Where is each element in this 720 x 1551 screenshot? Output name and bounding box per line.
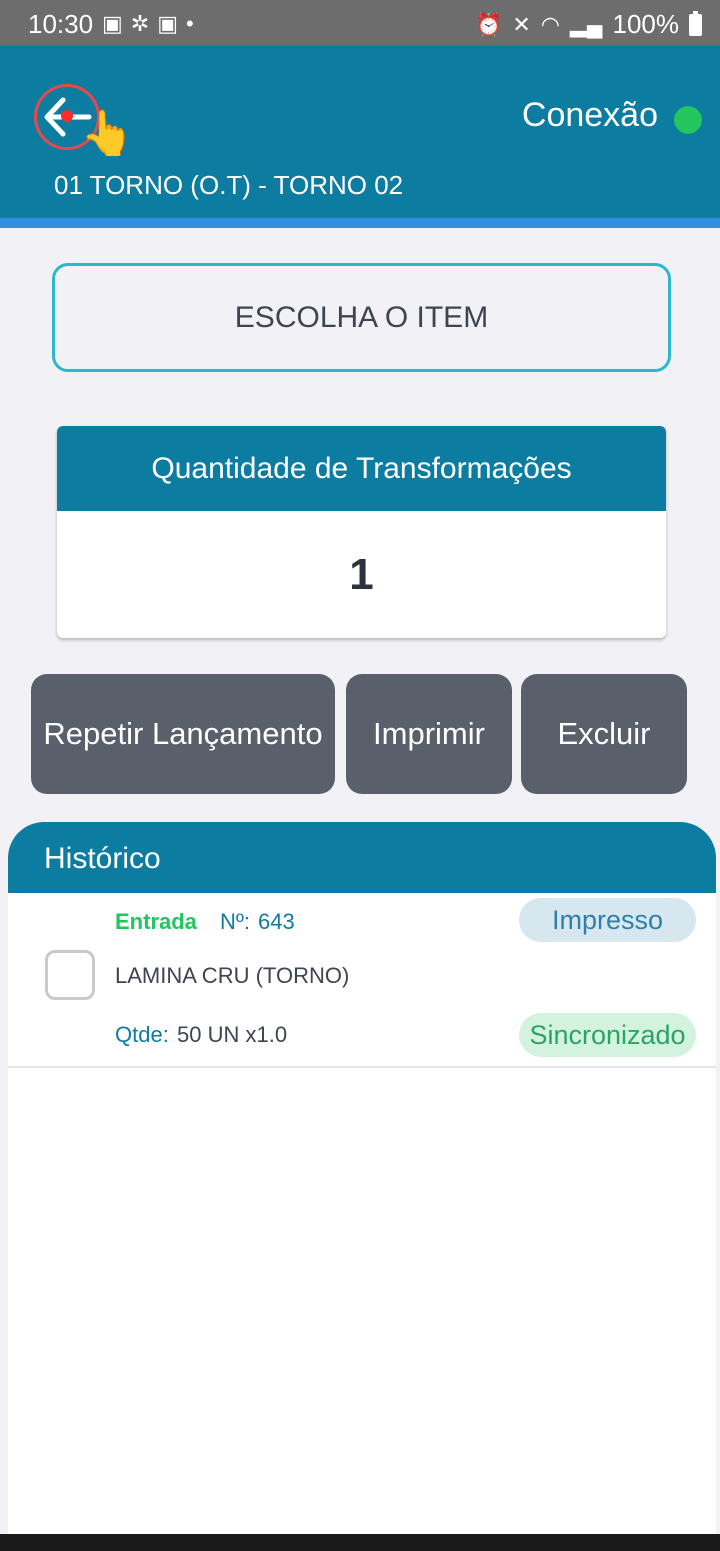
notification-icons: ▣ ✲ ▣ •	[102, 11, 194, 37]
status-time: 10:30	[28, 9, 94, 39]
entry-number: 643	[258, 909, 295, 934]
list-item[interactable]: Entrada Nº: 643 LAMINA CRU (TORNO) Qtde:…	[8, 893, 716, 1068]
notification-icon: ▣	[157, 11, 179, 36]
print-button[interactable]: Imprimir	[346, 674, 512, 794]
network-icon: ✲	[130, 11, 150, 36]
choose-item-label: ESCOLHA O ITEM	[234, 300, 489, 334]
battery-percent: 100%	[612, 9, 680, 39]
dot-icon: •	[186, 11, 194, 36]
pointer-hand-icon: 👆	[80, 109, 135, 158]
select-checkbox[interactable]	[45, 950, 95, 1000]
wifi-icon: ◠	[540, 11, 560, 37]
system-icons: ⏰ ✕ ◠ ▂▄ 100%	[475, 9, 702, 40]
quantity-card: Quantidade de Transformações 1	[57, 426, 666, 638]
delete-button[interactable]: Excluir	[521, 674, 687, 794]
signal-icon: ▂▄	[569, 11, 603, 37]
synced-badge: Sincronizado	[519, 1013, 696, 1057]
mute-icon: ✕	[512, 11, 531, 37]
entry-qty: 50 UN x1.0	[177, 1022, 288, 1047]
quantity-title: Quantidade de Transformações	[57, 426, 666, 511]
notification-icon: ▣	[102, 11, 123, 36]
machine-title: 01 TORNO (O.T) - TORNO 02	[54, 170, 404, 200]
battery-icon	[689, 10, 702, 36]
connection-label: Conexão	[521, 96, 658, 134]
repeat-entry-button[interactable]: Repetir Lançamento	[31, 674, 335, 794]
printed-badge: Impresso	[519, 898, 696, 942]
navigation-bar	[0, 1534, 720, 1551]
status-bar: 10:30 ▣ ✲ ▣ • ⏰ ✕ ◠ ▂▄ 100%	[0, 0, 720, 46]
quantity-value[interactable]: 1	[57, 511, 666, 638]
choose-item-button[interactable]: ESCOLHA O ITEM	[52, 263, 671, 372]
tap-indicator	[61, 110, 73, 122]
history-title: Histórico	[8, 822, 716, 893]
alarm-icon: ⏰	[474, 11, 503, 37]
history-panel: Histórico Entrada Nº: 643 LAMINA CRU (TO…	[8, 822, 716, 1534]
entry-item-name: LAMINA CRU (TORNO)	[115, 963, 350, 988]
connection-status-dot	[674, 106, 702, 134]
entry-number-label: Nº:	[220, 909, 251, 934]
entry-type: Entrada	[115, 909, 197, 934]
entry-qty-label: Qtde:	[115, 1022, 169, 1047]
header-accent-bar	[0, 218, 720, 228]
